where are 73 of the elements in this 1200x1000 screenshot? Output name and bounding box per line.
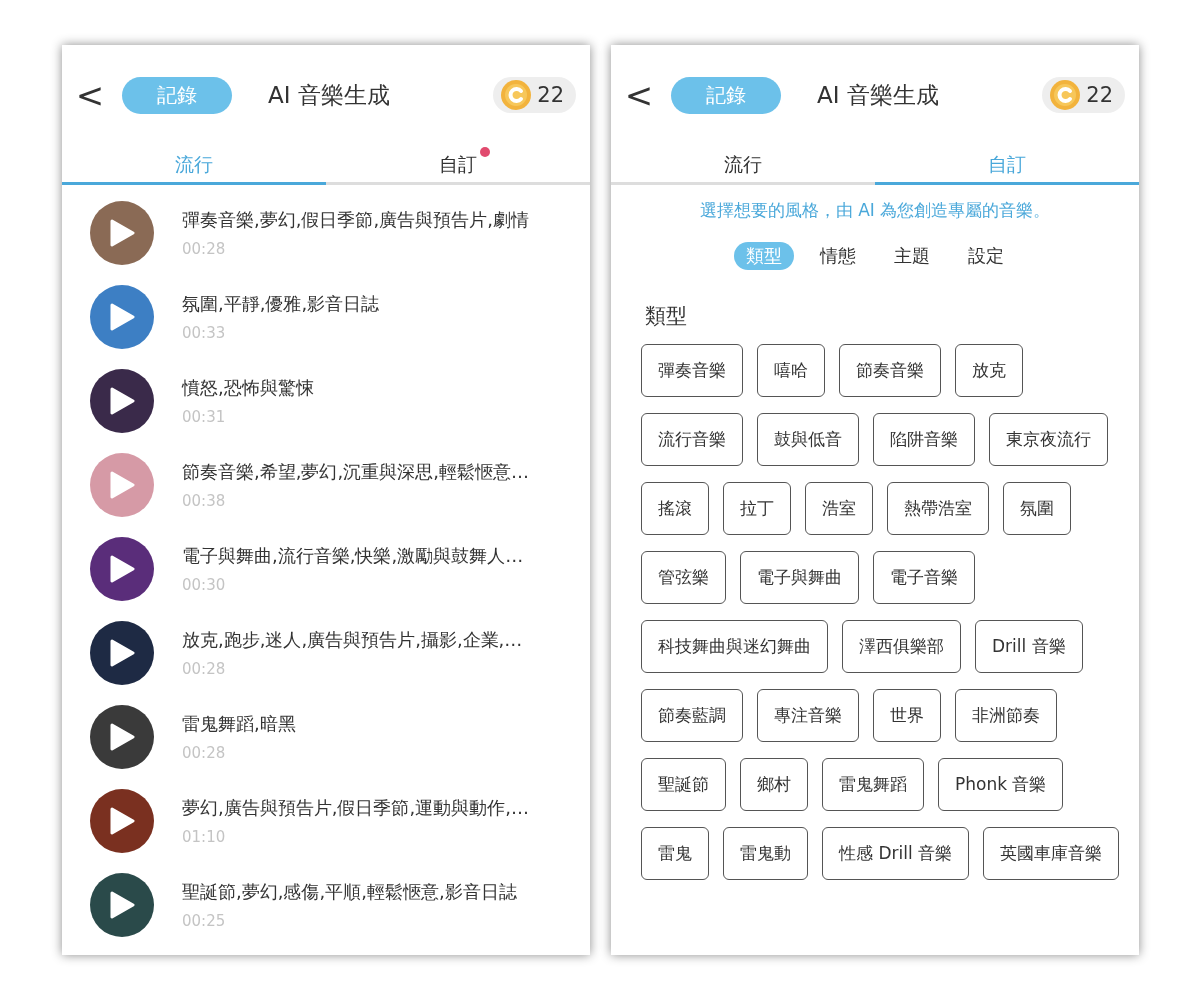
- coin-count: 22: [1086, 83, 1113, 107]
- genre-chip[interactable]: Drill 音樂: [975, 620, 1083, 673]
- category-tab[interactable]: 主題: [882, 242, 942, 270]
- track-duration: 00:31: [182, 408, 227, 426]
- genre-chip[interactable]: 東京夜流行: [989, 413, 1108, 466]
- genre-chip[interactable]: 性感 Drill 音樂: [822, 827, 970, 880]
- back-button[interactable]: <: [619, 75, 659, 115]
- genre-chip[interactable]: 陷阱音樂: [873, 413, 975, 466]
- genre-chip[interactable]: 雷鬼: [641, 827, 709, 880]
- play-icon: [109, 807, 135, 835]
- category-tab[interactable]: 情態: [808, 242, 868, 270]
- track-title: 電子與舞曲,流行音樂,快樂,激勵與鼓舞人…: [182, 544, 524, 568]
- genre-chip[interactable]: 雷鬼舞蹈: [822, 758, 924, 811]
- genre-chip[interactable]: 嘻哈: [757, 344, 825, 397]
- genre-chip[interactable]: 專注音樂: [757, 689, 859, 742]
- play-icon: [109, 471, 135, 499]
- genre-chip[interactable]: Phonk 音樂: [938, 758, 1064, 811]
- genre-chip[interactable]: 節奏音樂: [839, 344, 941, 397]
- genre-chip[interactable]: 氛圍: [1003, 482, 1071, 535]
- tab[interactable]: 自訂: [326, 147, 590, 185]
- play-icon: [109, 639, 135, 667]
- genre-chip[interactable]: 雷鬼動: [723, 827, 808, 880]
- track-duration: 00:30: [182, 576, 227, 594]
- genre-chip[interactable]: 電子與舞曲: [740, 551, 859, 604]
- coin-icon: [1050, 80, 1081, 110]
- genre-chip[interactable]: 熱帶浩室: [887, 482, 989, 535]
- track-duration: 00:38: [182, 492, 227, 510]
- genre-chip[interactable]: 放克: [955, 344, 1023, 397]
- genre-chip[interactable]: 鼓與低音: [757, 413, 859, 466]
- track-title: 聖誕節,夢幻,感傷,平順,輕鬆愜意,影音日誌: [182, 880, 517, 904]
- genre-chip[interactable]: 聖誕節: [641, 758, 726, 811]
- track-title: 彈奏音樂,夢幻,假日季節,廣告與預告片,劇情: [182, 208, 529, 232]
- play-icon: [109, 387, 135, 415]
- tab[interactable]: 流行: [611, 147, 875, 185]
- play-icon: [109, 555, 135, 583]
- track-duration: 00:28: [182, 744, 227, 762]
- track-title: 放克,跑步,迷人,廣告與預告片,攝影,企業,…: [182, 628, 523, 652]
- track-duration: 00:25: [182, 912, 227, 930]
- play-icon: [109, 723, 135, 751]
- genre-chip[interactable]: 彈奏音樂: [641, 344, 743, 397]
- genre-chip[interactable]: 浩室: [805, 482, 873, 535]
- coin-count: 22: [537, 83, 564, 107]
- play-icon: [109, 891, 135, 919]
- track-duration: 01:10: [182, 828, 227, 846]
- back-button[interactable]: <: [70, 75, 110, 115]
- page-title: AI 音樂生成: [817, 80, 940, 110]
- page-title: AI 音樂生成: [268, 80, 391, 110]
- play-icon: [109, 303, 135, 331]
- track-duration: 00:33: [182, 324, 227, 342]
- play-icon: [109, 219, 135, 247]
- genre-chip[interactable]: 世界: [873, 689, 941, 742]
- track-title: 氛圍,平靜,優雅,影音日誌: [182, 292, 380, 316]
- track-duration: 00:28: [182, 240, 227, 258]
- genre-chip[interactable]: 英國車庫音樂: [983, 827, 1120, 880]
- track-duration: 00:28: [182, 660, 227, 678]
- section-title: 類型: [645, 303, 688, 330]
- track-title: 節奏音樂,希望,夢幻,沉重與深思,輕鬆愜意…: [182, 460, 529, 484]
- category-tab[interactable]: 設定: [956, 242, 1016, 270]
- track-title: 憤怒,恐怖與驚悚: [182, 376, 314, 400]
- genre-chip[interactable]: 科技舞曲與迷幻舞曲: [641, 620, 828, 673]
- coin-icon: [501, 80, 532, 110]
- genre-chip[interactable]: 流行音樂: [641, 413, 743, 466]
- genre-chip[interactable]: 管弦樂: [641, 551, 726, 604]
- genre-chip[interactable]: 鄉村: [740, 758, 808, 811]
- genre-chip[interactable]: 澤西俱樂部: [842, 620, 961, 673]
- genre-chip[interactable]: 搖滾: [641, 482, 709, 535]
- genre-chip[interactable]: 節奏藍調: [641, 689, 743, 742]
- genre-chip[interactable]: 電子音樂: [873, 551, 975, 604]
- genre-chip[interactable]: 非洲節奏: [955, 689, 1057, 742]
- genre-chip[interactable]: 拉丁: [723, 482, 791, 535]
- track-title: 雷鬼舞蹈,暗黑: [182, 712, 296, 736]
- track-title: 夢幻,廣告與預告片,假日季節,運動與動作,…: [182, 796, 529, 820]
- intro-text: 選擇想要的風格，由 AI 為您創造專屬的音樂。: [698, 199, 1052, 222]
